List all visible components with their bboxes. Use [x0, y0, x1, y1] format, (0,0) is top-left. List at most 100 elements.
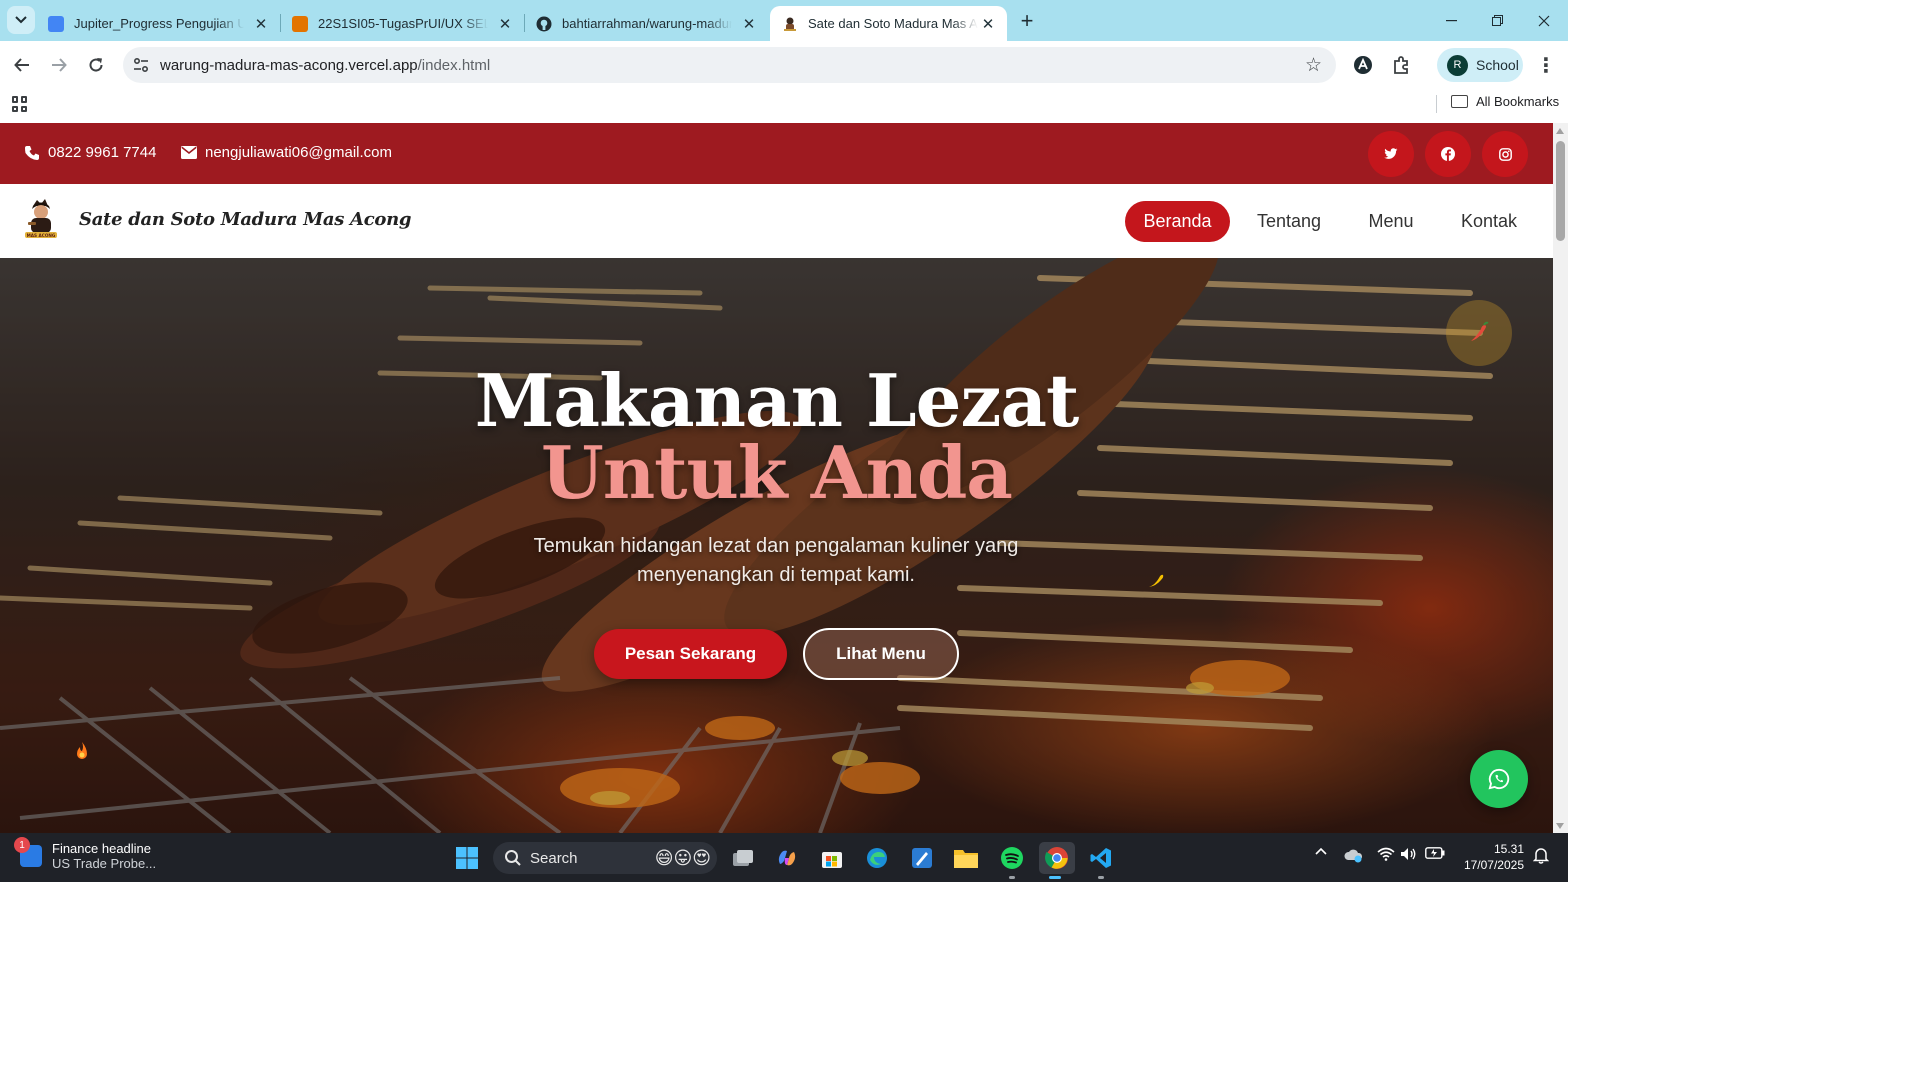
browser-menu-icon[interactable]: ⋮ — [1536, 53, 1556, 78]
notification-center-button[interactable] — [1532, 847, 1550, 864]
onedrive-tray[interactable] — [1343, 847, 1365, 863]
search-label: Search — [530, 849, 578, 867]
taskbar-clock[interactable]: 15.31 17/07/2025 — [1460, 841, 1524, 873]
minimize-icon — [1445, 19, 1457, 21]
nav-link-tentang[interactable]: Tentang — [1245, 201, 1333, 242]
nav-link-beranda[interactable]: Beranda — [1125, 201, 1230, 242]
whatsapp-button[interactable] — [1470, 750, 1528, 808]
pen-app-icon — [912, 848, 932, 868]
scroll-down-arrow[interactable] — [1556, 823, 1564, 829]
file-explorer-app[interactable] — [950, 842, 982, 874]
battery-tray[interactable] — [1424, 847, 1446, 859]
vscode-app[interactable] — [1085, 842, 1117, 879]
vscode-icon — [1090, 848, 1111, 868]
browser-tab-active[interactable]: Sate dan Soto Madura Mas Acong ✕ — [770, 6, 1007, 41]
tab-search-button[interactable] — [7, 6, 35, 34]
browser-tab[interactable]: Jupiter_Progress Pengujian UEQ ✕ — [36, 6, 280, 41]
url-text[interactable]: warung-madura-mas-acong.vercel.app/index… — [160, 57, 490, 74]
folder-icon — [1451, 95, 1468, 108]
copilot-app[interactable] — [771, 842, 803, 874]
new-tab-button[interactable]: + — [1014, 8, 1040, 34]
site-info-icon[interactable] — [132, 56, 150, 74]
task-view-icon — [733, 850, 753, 866]
chrome-app[interactable] — [1039, 842, 1075, 879]
email-contact[interactable]: nengjuliawati06@gmail.com — [181, 144, 392, 161]
tab-title: Sate dan Soto Madura Mas Acong — [808, 16, 978, 31]
chrome-icon — [1045, 847, 1068, 869]
close-tab-icon[interactable]: ✕ — [979, 15, 997, 33]
scroll-up-arrow[interactable] — [1556, 128, 1564, 134]
taskbar-search[interactable]: Search 😄😛😍 — [493, 842, 717, 874]
edge-app[interactable] — [861, 842, 893, 874]
pepper-decoration-icon — [1149, 574, 1164, 587]
active-indicator — [1049, 876, 1061, 879]
extension-perplexity-icon[interactable] — [1350, 52, 1376, 78]
logo-caption: MAS ACONG — [27, 233, 56, 238]
close-tab-icon[interactable]: ✕ — [496, 15, 514, 33]
apps-grid-icon[interactable] — [12, 96, 28, 112]
browser-tab[interactable]: 22S1SI05-TugasPrUI/UX SELASA ✕ — [280, 6, 524, 41]
bookmarks-bar: All Bookmarks — [0, 89, 1568, 123]
phone-contact[interactable]: 0822 9961 7744 — [24, 144, 156, 161]
scrollbar-thumb[interactable] — [1556, 141, 1565, 241]
arrow-left-icon — [14, 58, 29, 72]
minimize-button[interactable] — [1428, 0, 1474, 41]
windows-logo-icon — [456, 847, 478, 869]
news-widget[interactable]: 1 Finance headline US Trade Probe... — [14, 837, 156, 871]
volume-tray[interactable] — [1399, 847, 1419, 861]
windows-taskbar: 1 Finance headline US Trade Probe... Sea… — [0, 833, 1568, 882]
nav-link-kontak[interactable]: Kontak — [1450, 201, 1528, 242]
close-window-button[interactable] — [1521, 0, 1567, 41]
all-bookmarks-button[interactable]: All Bookmarks — [1451, 94, 1559, 109]
bookmark-star-icon[interactable]: ☆ — [1305, 54, 1322, 77]
view-menu-button[interactable]: Lihat Menu — [803, 628, 959, 680]
editor-app[interactable] — [906, 842, 938, 874]
address-bar[interactable]: warung-madura-mas-acong.vercel.app/index… — [123, 47, 1336, 83]
whatsapp-icon — [1488, 768, 1510, 790]
tab-title: bahtiarrahman/warung-madura — [562, 16, 732, 31]
nav-link-menu[interactable]: Menu — [1355, 201, 1427, 242]
edge-icon — [867, 848, 887, 868]
page-scrollbar[interactable] — [1553, 123, 1568, 833]
github-icon — [536, 16, 552, 31]
reload-icon — [89, 58, 103, 72]
chili-icon — [1471, 321, 1489, 341]
restore-button[interactable] — [1474, 0, 1520, 41]
wifi-icon — [1377, 847, 1395, 861]
google-docs-icon — [48, 15, 64, 32]
brand-name[interactable]: Sate dan Soto Madura Mas Acong — [79, 209, 411, 230]
running-indicator — [1098, 876, 1104, 879]
instagram-link[interactable] — [1482, 131, 1528, 177]
all-bookmarks-label: All Bookmarks — [1476, 94, 1560, 109]
url-path: /index.html — [417, 57, 491, 74]
brand-logo[interactable]: MAS ACONG — [19, 198, 63, 242]
close-icon — [1538, 15, 1550, 26]
restore-icon — [1491, 15, 1503, 26]
show-hidden-icons-button[interactable] — [1311, 847, 1331, 855]
back-button[interactable] — [8, 51, 36, 79]
browser-tab[interactable]: bahtiarrahman/warung-madura ✕ — [524, 6, 768, 41]
facebook-link[interactable] — [1425, 131, 1471, 177]
wifi-tray[interactable] — [1376, 847, 1396, 861]
forward-button[interactable] — [45, 51, 73, 79]
floating-chili-decoration — [1446, 300, 1512, 366]
spotify-app[interactable] — [996, 842, 1028, 879]
news-headline: Finance headline — [52, 841, 152, 856]
close-tab-icon[interactable]: ✕ — [252, 15, 270, 33]
microsoft-store-app[interactable] — [816, 842, 848, 874]
speaker-icon — [1401, 848, 1416, 860]
order-now-button[interactable]: Pesan Sekarang — [594, 629, 787, 679]
task-view-app[interactable] — [727, 842, 759, 874]
cloud-sync-icon — [1344, 849, 1363, 863]
phone-icon — [25, 145, 39, 160]
start-button[interactable] — [451, 842, 483, 874]
site-navbar: MAS ACONG Sate dan Soto Madura Mas Acong… — [0, 184, 1553, 258]
extensions-puzzle-icon[interactable] — [1388, 52, 1414, 78]
chevron-down-icon — [15, 16, 27, 24]
profile-button[interactable]: R School — [1437, 48, 1523, 82]
page-viewport: 0822 9961 7744 nengjuliawati06@gmail.com… — [0, 123, 1553, 833]
twitter-link[interactable] — [1368, 131, 1414, 177]
reload-button[interactable] — [82, 51, 110, 79]
close-tab-icon[interactable]: ✕ — [740, 15, 758, 33]
folder-icon — [954, 850, 978, 868]
